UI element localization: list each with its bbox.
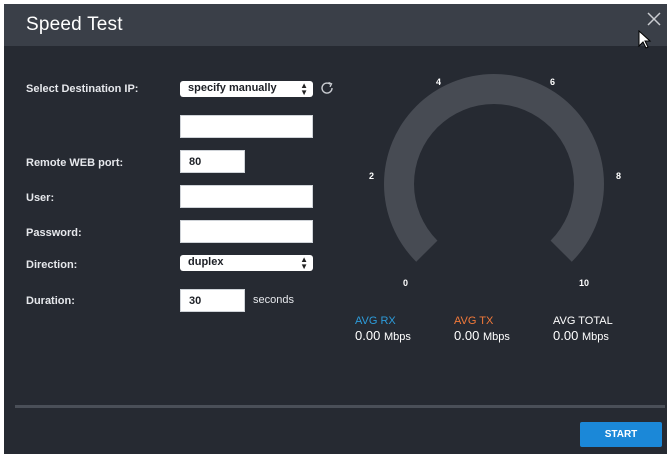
password-label: Password: (26, 227, 82, 239)
dialog-title: Speed Test (26, 14, 123, 35)
select-arrows-icon: ▲ ▼ (300, 81, 308, 97)
duration-input[interactable]: 30 (180, 289, 245, 312)
gauge-tick-0: 0 (403, 278, 409, 288)
avg-total-stat: AVG TOTAL 0.00 Mbps (553, 315, 613, 343)
gauge-arc (384, 73, 604, 262)
avg-rx-unit: Mbps (383, 331, 411, 343)
gauge-tick-4: 4 (436, 77, 442, 87)
duration-label: Duration: (26, 295, 75, 307)
mouse-cursor-icon (638, 30, 652, 49)
destination-ip-input[interactable] (180, 115, 313, 138)
refresh-icon[interactable] (319, 80, 335, 96)
user-label: User: (26, 192, 55, 204)
avg-total-unit: Mbps (581, 331, 609, 343)
speed-gauge: 0 2 4 6 8 10 (359, 64, 629, 294)
close-icon[interactable] (645, 10, 663, 28)
speed-test-dialog: Speed Test Select Destination IP: specif… (4, 4, 667, 454)
avg-tx-value: 0.00 (454, 328, 480, 343)
duration-unit: seconds (253, 294, 294, 306)
avg-tx-label: AVG TX (454, 315, 494, 327)
start-button[interactable]: START (580, 422, 662, 447)
gauge-tick-8: 8 (616, 171, 622, 181)
direction-label: Direction: (26, 259, 78, 271)
avg-tx-stat: AVG TX 0.00 Mbps (454, 315, 510, 343)
footer-divider (15, 405, 665, 408)
port-input[interactable]: 80 (180, 150, 245, 173)
avg-rx-label: AVG RX (355, 315, 396, 327)
destination-ip-select[interactable]: specify manually ▲ ▼ (180, 81, 313, 97)
avg-total-label: AVG TOTAL (553, 315, 613, 327)
avg-rx-value: 0.00 (355, 328, 381, 343)
password-input[interactable] (180, 220, 313, 243)
select-arrows-icon: ▲ ▼ (300, 255, 308, 271)
destination-ip-label: Select Destination IP: (26, 83, 139, 95)
destination-ip-select-value: specify manually (188, 82, 277, 94)
gauge-tick-6: 6 (550, 77, 556, 87)
port-label: Remote WEB port: (26, 157, 124, 169)
avg-total-value: 0.00 (553, 328, 579, 343)
title-bar: Speed Test (4, 4, 667, 46)
avg-rx-stat: AVG RX 0.00 Mbps (355, 315, 411, 343)
direction-select[interactable]: duplex ▲ ▼ (180, 255, 313, 271)
direction-select-value: duplex (188, 256, 224, 268)
gauge-tick-2: 2 (369, 171, 375, 181)
user-input[interactable] (180, 185, 313, 208)
avg-tx-unit: Mbps (482, 331, 510, 343)
gauge-tick-10: 10 (579, 278, 590, 288)
